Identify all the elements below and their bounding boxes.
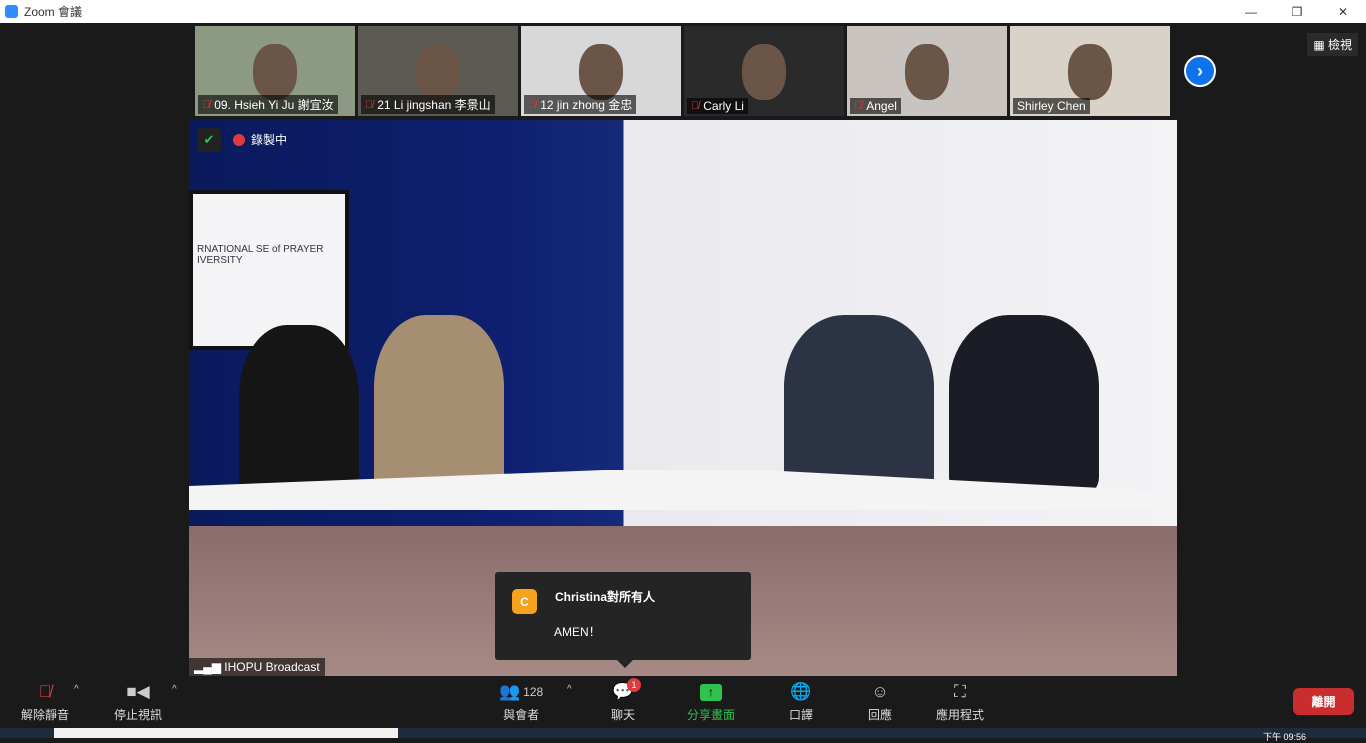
unmute-label: 解除靜音 <box>21 708 70 722</box>
screen-text: RNATIONAL SE of PRAYER IVERSITY <box>197 244 324 266</box>
presentation-screen: RNATIONAL SE of PRAYER IVERSITY <box>189 190 349 350</box>
taskbar-search-input[interactable] <box>54 728 398 738</box>
participant-thumbnail[interactable]: 🎙̸ 21 Li jingshan 李景山 <box>358 26 518 116</box>
participant-name-tag: 🎙̸ 21 Li jingshan 李景山 <box>361 95 495 114</box>
view-button[interactable]: ▦ 檢視 <box>1307 33 1358 56</box>
reactions-label: 回應 <box>868 708 893 722</box>
recording-indicator[interactable]: 錄製中 <box>233 131 287 148</box>
participants-options-chevron-icon[interactable]: ^ <box>567 684 572 695</box>
interpretation-button[interactable]: 🌐 口譯 <box>789 682 813 723</box>
participant-name-tag: 🎙̸ 09. Hsieh Yi Ju 謝宜汝 <box>198 95 338 114</box>
stop-video-label: 停止視訊 <box>114 708 163 722</box>
chat-label: 聊天 <box>611 708 636 722</box>
participant-video <box>253 44 297 100</box>
speaker <box>239 325 359 505</box>
taskbar-clock: 下午 09:56 <box>1262 732 1306 742</box>
participant-name-tag: 🎙̸ Angel <box>850 98 901 114</box>
chat-message: AMEN！ <box>554 625 601 639</box>
video-camera-icon: ■◀ <box>126 682 150 701</box>
participant-video <box>416 44 460 100</box>
participant-name-tag: Shirley Chen <box>1013 98 1090 114</box>
participant-name: 21 Li jingshan 李景山 <box>377 98 491 112</box>
participants-count: 128 <box>523 685 544 699</box>
unmute-button[interactable]: 🎙̸ 解除靜音 <box>21 682 69 723</box>
participant-name: Angel <box>866 99 897 113</box>
participant-video <box>905 44 949 100</box>
speaker <box>949 315 1099 495</box>
interpretation-label: 口譯 <box>789 708 814 722</box>
smiley-add-icon: ☺ <box>871 682 889 701</box>
participant-name: Shirley Chen <box>1017 99 1086 113</box>
participant-name: Carly Li <box>703 99 744 113</box>
participant-name: 09. Hsieh Yi Ju 謝宜汝 <box>214 98 334 112</box>
security-shield-icon[interactable]: ✔ <box>197 128 221 152</box>
mic-muted-icon: 🎙̸ <box>38 682 52 701</box>
audio-options-chevron-icon[interactable]: ^ <box>74 684 79 695</box>
chat-notification[interactable]: C Christina對所有人 AMEN！ <box>495 572 751 668</box>
mic-muted-icon: 🎙̸ <box>691 100 700 112</box>
stop-video-button[interactable]: ■◀ 停止視訊 <box>114 682 162 723</box>
recording-label: 錄製中 <box>251 133 288 147</box>
participant-strip: 🎙̸ 09. Hsieh Yi Ju 謝宜汝 🎙̸ 21 Li jingshan 李景… <box>195 26 1170 116</box>
window-title: Zoom 會議 <box>24 5 83 19</box>
chat-unread-badge: 1 <box>627 678 641 692</box>
next-page-button[interactable]: › <box>1184 55 1216 87</box>
speaker <box>784 315 934 495</box>
participants-button[interactable]: 👥 128 與會者 <box>499 682 543 723</box>
participants-icon: 👥 <box>499 682 521 701</box>
chat-sender: Christina對所有人 <box>555 590 656 604</box>
close-button[interactable]: ✕ <box>1320 0 1366 23</box>
participant-thumbnail[interactable]: Shirley Chen <box>1010 26 1170 116</box>
speaker-name-tag: ▂▄▆ IHOPU Broadcast <box>189 658 325 676</box>
mic-muted-icon: 🎙̸ <box>528 98 537 111</box>
broadcast-label: IHOPU Broadcast <box>224 660 320 674</box>
video-options-chevron-icon[interactable]: ^ <box>172 684 177 695</box>
maximize-button[interactable]: ❐ <box>1274 0 1320 23</box>
participant-video <box>742 44 786 100</box>
share-label: 分享畫面 <box>687 708 736 722</box>
zoom-logo-icon <box>5 5 18 18</box>
title-bar: Zoom 會議 — ❐ ✕ <box>0 0 1366 23</box>
participant-video <box>1068 44 1112 100</box>
share-arrow-icon: ↑ <box>700 682 722 702</box>
participant-name-tag: 🎙̸ 12 jin zhong 金忠 <box>524 95 637 114</box>
minimize-button[interactable]: — <box>1228 0 1274 23</box>
participant-thumbnail[interactable]: 🎙̸ Angel <box>847 26 1007 116</box>
apps-icon: ⛶ <box>954 682 966 701</box>
mic-muted-icon: 🎙̸ <box>202 98 211 111</box>
share-screen-button[interactable]: ↑ 分享畫面 <box>687 682 735 723</box>
record-icon <box>233 133 245 146</box>
speaker <box>374 315 504 495</box>
globe-icon: 🌐 <box>790 682 812 701</box>
view-label: 檢視 <box>1327 38 1352 52</box>
avatar: C <box>512 589 537 614</box>
participant-video <box>579 44 623 100</box>
meeting-toolbar: 🎙̸ 解除靜音 ^ ■◀ 停止視訊 ^ 👥 128 與會者 ^ 💬 聊天 ↑ 分享畫面 🌐 口… <box>0 676 1366 728</box>
mic-muted-icon: 🎙̸ <box>854 100 863 112</box>
windows-taskbar: 下午 09:56 <box>0 728 1366 742</box>
participant-thumbnail[interactable]: 🎙̸ Carly Li <box>684 26 844 116</box>
mic-muted-icon: 🎙̸ <box>365 98 374 111</box>
participants-label: 與會者 <box>503 708 540 722</box>
reactions-button[interactable]: ☺ 回應 <box>868 682 892 723</box>
leave-button[interactable]: 離開 <box>1293 688 1354 715</box>
participant-thumbnail[interactable]: 🎙̸ 09. Hsieh Yi Ju 謝宜汝 <box>195 26 355 116</box>
participant-name-tag: 🎙̸ Carly Li <box>687 98 748 114</box>
apps-button[interactable]: ⛶ 應用程式 <box>936 682 984 723</box>
apps-label: 應用程式 <box>936 708 985 722</box>
participant-thumbnail[interactable]: 🎙̸ 12 jin zhong 金忠 <box>521 26 681 116</box>
participant-name: 12 jin zhong 金忠 <box>540 98 633 112</box>
